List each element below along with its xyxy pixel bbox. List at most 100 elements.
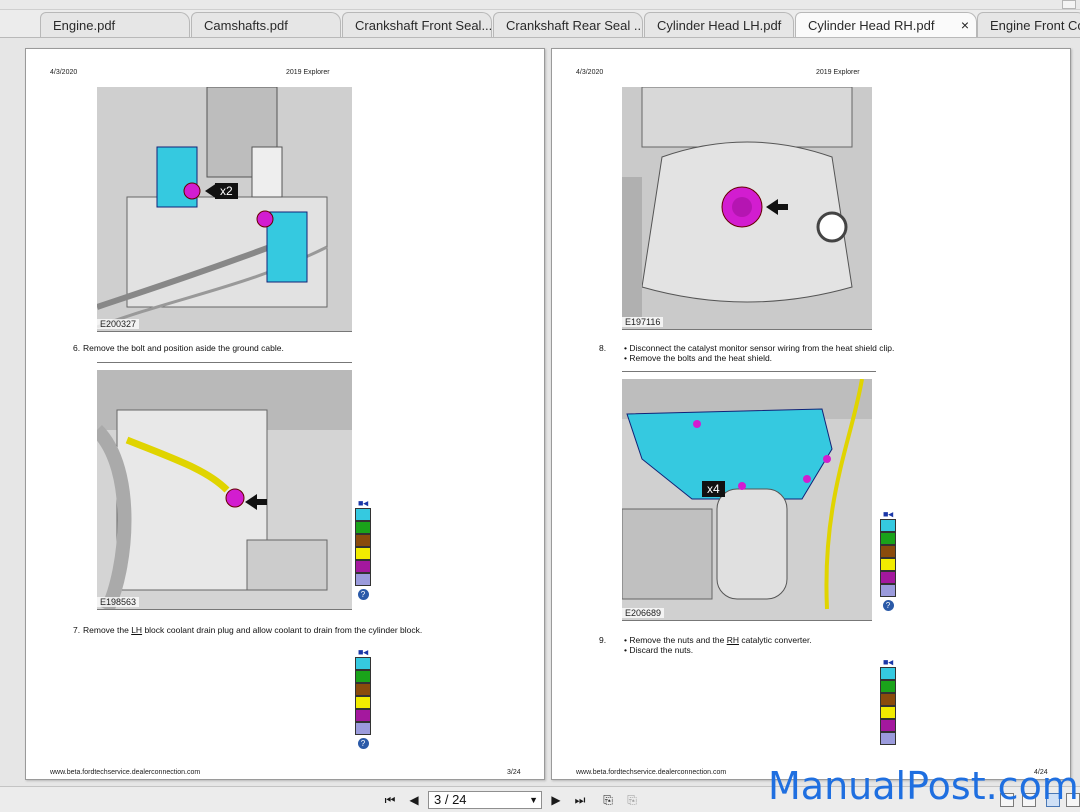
- swatch-green: [880, 680, 896, 693]
- text: Remove the nuts and the: [629, 635, 727, 645]
- callout-arrow-icon: [766, 199, 788, 215]
- tab-label: Engine.pdf: [53, 18, 116, 33]
- color-legend: ■◂: [880, 657, 896, 745]
- title-strip: [0, 0, 1080, 10]
- help-icon[interactable]: ?: [357, 589, 369, 600]
- swatch-cyan: [880, 519, 896, 532]
- divider: [622, 371, 876, 372]
- tab-engine[interactable]: Engine.pdf: [40, 12, 190, 37]
- abbrev-link[interactable]: LH: [131, 625, 142, 635]
- tab-label: Cylinder Head RH.pdf: [808, 18, 935, 33]
- document-tab-bar: Engine.pdf Camshafts.pdf Crankshaft Fron…: [0, 10, 1080, 38]
- step-8-bullet-2: • Remove the bolts and the heat shield.: [624, 353, 773, 363]
- footer-url: www.beta.fordtechservice.dealerconnectio…: [576, 769, 727, 776]
- swatch-yellow: [880, 706, 896, 719]
- illustration-e206689: x4 E206689: [622, 379, 872, 621]
- engine-illustration: [97, 87, 352, 331]
- close-tab-icon[interactable]: ×: [961, 17, 969, 33]
- chevron-down-icon[interactable]: ▼: [529, 792, 538, 808]
- abbrev-link[interactable]: RH: [727, 635, 739, 645]
- swatch-cyan: [355, 657, 371, 670]
- help-icon[interactable]: ?: [882, 600, 894, 611]
- text: Disconnect the catalyst monitor sensor w…: [629, 343, 895, 353]
- fastener-count-callout: x4: [702, 481, 725, 497]
- swatch-lavender: [355, 573, 371, 586]
- watermark-text: ManualPost.com: [768, 764, 1079, 808]
- last-page-button[interactable]: ⏭: [570, 791, 590, 809]
- tab-label: Cylinder Head LH.pdf: [657, 18, 782, 33]
- color-legend: ■◂ ?: [355, 498, 371, 600]
- tab-engine-front-cover[interactable]: Engine Front Cov: [977, 12, 1080, 37]
- swatch-magenta: [880, 719, 896, 732]
- callout-arrow-icon: [245, 494, 267, 510]
- swatch-brown: [880, 545, 896, 558]
- video-camera-icon[interactable]: ■◂: [880, 657, 896, 667]
- pdf-page-4: 4/3/2020 2019 Explorer E197116 8. • Disc…: [551, 48, 1071, 780]
- go-back-view-icon[interactable]: ⎘: [598, 791, 618, 809]
- swatch-green: [880, 532, 896, 545]
- document-viewer[interactable]: 4/3/2020 2019 Explorer x2 E200327 6. Rem…: [0, 38, 1080, 786]
- color-legend: ■◂ ?: [880, 509, 896, 611]
- swatch-green: [355, 521, 371, 534]
- text: Remove the: [83, 625, 132, 635]
- tab-label: Engine Front Cov: [990, 18, 1080, 33]
- first-page-button[interactable]: ⏮: [380, 791, 400, 809]
- swatch-magenta: [355, 709, 371, 722]
- step-number: 8.: [599, 343, 607, 353]
- go-forward-view-icon[interactable]: ⎘: [622, 791, 642, 809]
- tab-crankshaft-rear-seal[interactable]: Crankshaft Rear Seal ...: [493, 12, 643, 37]
- page-number-value: 3 / 24: [434, 792, 467, 807]
- swatch-cyan: [880, 667, 896, 680]
- step-number: 7.: [73, 625, 81, 635]
- video-camera-icon[interactable]: ■◂: [355, 647, 371, 657]
- footer-url: www.beta.fordtechservice.dealerconnectio…: [50, 769, 201, 776]
- figure-code: E200327: [97, 319, 140, 329]
- illustration-e200327: x2 E200327: [97, 87, 352, 332]
- figure-code: E206689: [622, 608, 665, 618]
- swatch-yellow: [355, 696, 371, 709]
- help-icon[interactable]: ?: [357, 738, 369, 749]
- swatch-green: [355, 670, 371, 683]
- step-6-text: Remove the bolt and position aside the g…: [83, 343, 284, 353]
- tab-crankshaft-front-seal[interactable]: Crankshaft Front Seal....: [342, 12, 492, 37]
- page-number-input[interactable]: 3 / 24 ▼: [428, 791, 542, 809]
- swatch-magenta: [880, 571, 896, 584]
- next-page-button[interactable]: ▶: [546, 791, 566, 809]
- window-scroll-button[interactable]: [1062, 0, 1076, 9]
- page-date: 4/3/2020: [50, 69, 78, 76]
- tab-camshafts[interactable]: Camshafts.pdf: [191, 12, 341, 37]
- swatch-yellow: [880, 558, 896, 571]
- engine-illustration: [97, 370, 352, 609]
- text: Discard the nuts.: [629, 645, 694, 655]
- tab-cylinder-head-lh[interactable]: Cylinder Head LH.pdf: [644, 12, 794, 37]
- tab-cylinder-head-rh[interactable]: Cylinder Head RH.pdf ×: [795, 12, 977, 37]
- page-title: 2019 Explorer: [286, 69, 330, 76]
- illustration-e197116: E197116: [622, 87, 872, 330]
- text: Remove the bolts and the heat shield.: [629, 353, 773, 363]
- video-camera-icon[interactable]: ■◂: [880, 509, 896, 519]
- swatch-lavender: [880, 732, 896, 745]
- page-title: 2019 Explorer: [816, 69, 860, 76]
- swatch-brown: [880, 693, 896, 706]
- video-camera-icon[interactable]: ■◂: [355, 498, 371, 508]
- page-number: 3/24: [507, 769, 521, 776]
- swatch-magenta: [355, 560, 371, 573]
- swatch-lavender: [880, 584, 896, 597]
- step-number: 9.: [599, 635, 607, 645]
- color-legend: ■◂ ?: [355, 647, 371, 749]
- engine-illustration: [622, 87, 872, 329]
- swatch-cyan: [355, 508, 371, 521]
- step-7-text: Remove the LH block coolant drain plug a…: [83, 625, 422, 636]
- previous-page-button[interactable]: ◀: [404, 791, 424, 809]
- tab-label: Camshafts.pdf: [204, 18, 288, 33]
- fastener-count-callout: x2: [215, 183, 238, 199]
- figure-code: E197116: [622, 317, 664, 327]
- engine-illustration: [622, 379, 872, 620]
- illustration-e198563: E198563: [97, 370, 352, 610]
- tab-label: Crankshaft Front Seal....: [355, 18, 492, 33]
- swatch-brown: [355, 534, 371, 547]
- pdf-page-3: 4/3/2020 2019 Explorer x2 E200327 6. Rem…: [25, 48, 545, 780]
- swatch-lavender: [355, 722, 371, 735]
- page-date: 4/3/2020: [576, 69, 604, 76]
- swatch-yellow: [355, 547, 371, 560]
